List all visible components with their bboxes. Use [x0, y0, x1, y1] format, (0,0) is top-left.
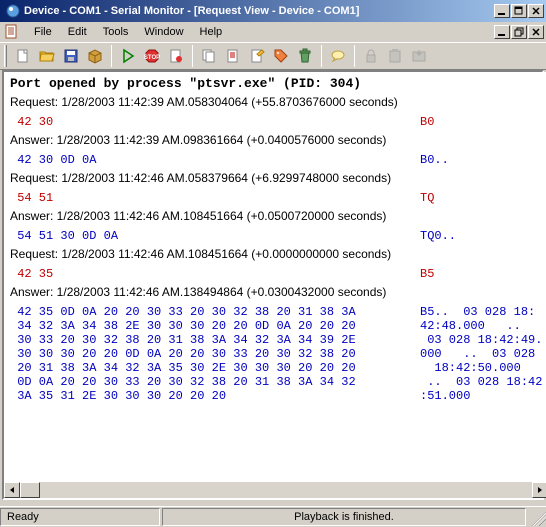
hex-bytes: 42 35 0D 0A 20 20 30 33 20 30 32 38 20 3…	[10, 305, 420, 319]
hex-row: 54 51TQ	[10, 191, 542, 205]
menu-window[interactable]: Window	[136, 24, 191, 40]
hex-row: 42 35 0D 0A 20 20 30 33 20 30 32 38 20 3…	[10, 305, 542, 319]
resize-grip[interactable]	[528, 508, 546, 526]
hex-bytes: 42 30	[10, 115, 420, 129]
app-icon	[5, 3, 21, 19]
log-info-line: Request: 1/28/2003 11:42:46 AM.058379664…	[10, 171, 542, 185]
scrollbar-horizontal[interactable]	[4, 482, 546, 498]
properties-button[interactable]	[222, 45, 244, 67]
ascii-text: 03 028 18:42:49.	[420, 333, 542, 347]
chat-button[interactable]	[327, 45, 349, 67]
window-title: Device - COM1 - Serial Monitor - [Reques…	[24, 5, 494, 17]
menubar: File Edit Tools Window Help	[0, 22, 546, 42]
ascii-text: :51.000	[420, 389, 492, 403]
ascii-text: 000 .. 03 028	[420, 347, 535, 361]
log-info-line: Answer: 1/28/2003 11:42:39 AM.098361664 …	[10, 133, 542, 147]
play-button[interactable]	[117, 45, 139, 67]
hex-row: 42 35B5	[10, 267, 542, 281]
menu-tools[interactable]: Tools	[95, 24, 137, 40]
status-center: Playback is finished.	[162, 508, 526, 526]
hex-row: 0D 0A 20 20 30 33 20 30 32 38 20 31 38 3…	[10, 375, 542, 389]
ascii-text: B5.. 03 028 18:	[420, 305, 535, 319]
save-button[interactable]	[60, 45, 82, 67]
hex-bytes: 54 51 30 0D 0A	[10, 229, 420, 243]
menu-file[interactable]: File	[26, 24, 60, 40]
status-left: Ready	[0, 508, 160, 526]
ascii-text: B5	[420, 267, 434, 281]
scroll-left-button[interactable]	[4, 482, 20, 498]
edit-note-button[interactable]	[246, 45, 268, 67]
package-button[interactable]	[84, 45, 106, 67]
hex-row: 34 32 3A 34 38 2E 30 30 30 20 20 0D 0A 2…	[10, 319, 542, 333]
hex-row: 30 30 30 20 20 0D 0A 20 20 30 33 20 30 3…	[10, 347, 542, 361]
titlebar: Device - COM1 - Serial Monitor - [Reques…	[0, 0, 546, 22]
export-button	[408, 45, 430, 67]
hex-bytes: 42 35	[10, 267, 420, 281]
log-info-line: Answer: 1/28/2003 11:42:46 AM.108451664 …	[10, 209, 542, 223]
trash-button[interactable]	[294, 45, 316, 67]
hex-row: 54 51 30 0D 0ATQ0..	[10, 229, 542, 243]
hex-row: 42 30B0	[10, 115, 542, 129]
hex-bytes: 3A 35 31 2E 30 30 30 20 20 20	[10, 389, 420, 403]
hex-bytes: 54 51	[10, 191, 420, 205]
tag-button[interactable]	[270, 45, 292, 67]
hex-bytes: 30 33 20 30 32 38 20 31 38 3A 34 32 3A 3…	[10, 333, 420, 347]
scroll-h-thumb[interactable]	[20, 482, 40, 498]
ascii-text: TQ	[420, 191, 434, 205]
menu-edit[interactable]: Edit	[60, 24, 95, 40]
content-frame: Port opened by process "ptsvr.exe" (PID:…	[2, 70, 544, 500]
hex-row: 20 31 38 3A 34 32 3A 35 30 2E 30 30 30 2…	[10, 361, 542, 375]
minimize-button[interactable]	[494, 4, 510, 18]
close-button[interactable]	[528, 4, 544, 18]
log-header: Port opened by process "ptsvr.exe" (PID:…	[10, 76, 542, 91]
new-button[interactable]	[12, 45, 34, 67]
hex-bytes: 42 30 0D 0A	[10, 153, 420, 167]
scroll-right-button[interactable]	[532, 482, 546, 498]
menu-help[interactable]: Help	[192, 24, 231, 40]
record-button[interactable]	[165, 45, 187, 67]
hex-row: 42 30 0D 0AB0..	[10, 153, 542, 167]
toolbar: STOP	[0, 42, 546, 70]
copy-button[interactable]	[198, 45, 220, 67]
open-button[interactable]	[36, 45, 58, 67]
log-info-line: Answer: 1/28/2003 11:42:46 AM.138494864 …	[10, 285, 542, 299]
hex-row: 3A 35 31 2E 30 30 30 20 20 20:51.000	[10, 389, 542, 403]
hex-row: 30 33 20 30 32 38 20 31 38 3A 34 32 3A 3…	[10, 333, 542, 347]
ascii-text: B0	[420, 115, 434, 129]
statusbar: Ready Playback is finished.	[0, 506, 546, 527]
ascii-text: TQ0..	[420, 229, 456, 243]
svg-text:STOP: STOP	[144, 55, 160, 61]
paste-button	[384, 45, 406, 67]
log-info-line: Request: 1/28/2003 11:42:39 AM.058304064…	[10, 95, 542, 109]
ascii-text: .. 03 028 18:42	[420, 375, 542, 389]
log-info-line: Request: 1/28/2003 11:42:46 AM.108451664…	[10, 247, 542, 261]
mdi-close-button[interactable]	[528, 25, 544, 39]
maximize-button[interactable]	[511, 4, 527, 18]
lock-button	[360, 45, 382, 67]
mdi-minimize-button[interactable]	[494, 25, 510, 39]
toolbar-grip[interactable]	[4, 45, 7, 67]
ascii-text: B0..	[420, 153, 449, 167]
document-icon	[4, 24, 20, 40]
stop-button[interactable]: STOP	[141, 45, 163, 67]
ascii-text: 18:42:50.000	[420, 361, 535, 375]
hex-bytes: 30 30 30 20 20 0D 0A 20 20 30 33 20 30 3…	[10, 347, 420, 361]
log-view[interactable]: Port opened by process "ptsvr.exe" (PID:…	[4, 72, 546, 482]
hex-bytes: 0D 0A 20 20 30 33 20 30 32 38 20 31 38 3…	[10, 375, 420, 389]
hex-bytes: 34 32 3A 34 38 2E 30 30 30 20 20 0D 0A 2…	[10, 319, 420, 333]
mdi-restore-button[interactable]	[511, 25, 527, 39]
ascii-text: 42:48.000 ..	[420, 319, 535, 333]
hex-bytes: 20 31 38 3A 34 32 3A 35 30 2E 30 30 30 2…	[10, 361, 420, 375]
